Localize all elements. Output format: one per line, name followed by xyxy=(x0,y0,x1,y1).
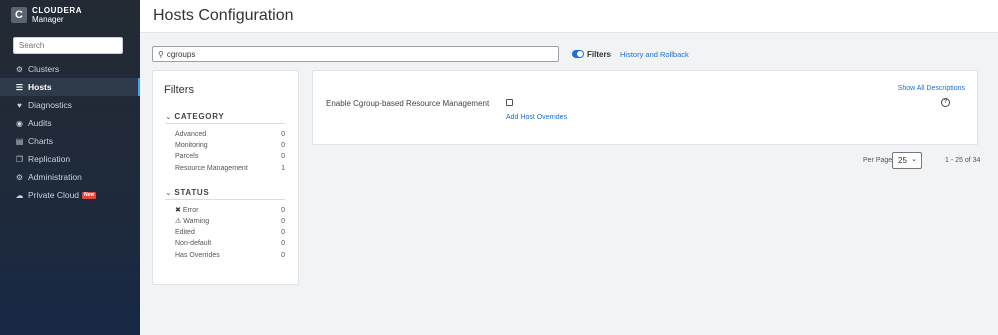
filter-row-warning[interactable]: ⚠ Warning 0 xyxy=(175,217,285,227)
filter-label: Has Overrides xyxy=(175,252,220,259)
filter-row-edited[interactable]: Edited 0 xyxy=(175,228,285,238)
chevron-down-icon: ⌄ xyxy=(911,156,917,163)
filter-label: Warning xyxy=(183,218,210,225)
sidebar-item-administration[interactable]: ⚙ Administration xyxy=(0,168,140,186)
sidebar-nav: ⚙ Clusters ☰ Hosts ♥ Diagnostics ◉ Audit… xyxy=(0,60,140,204)
search-icon: ⚲ xyxy=(158,49,164,59)
filter-label: Resource Management xyxy=(175,165,248,172)
warning-icon: ⚠ xyxy=(175,218,182,225)
filter-count: 0 xyxy=(281,142,285,149)
filter-row-error[interactable]: ✖ Error 0 xyxy=(175,206,285,216)
filter-count: 0 xyxy=(281,207,285,214)
list-icon: ☰ xyxy=(15,82,24,92)
status-heading-label: STATUS xyxy=(174,188,210,197)
sidebar-item-diagnostics[interactable]: ♥ Diagnostics xyxy=(0,96,140,114)
filters-toggle-label[interactable]: Filters xyxy=(587,50,611,59)
filters-toggle[interactable] xyxy=(572,50,584,58)
error-icon: ✖ xyxy=(175,207,181,214)
cloud-icon: ☁ xyxy=(15,190,24,200)
brand-name: CLOUDERA xyxy=(32,6,83,15)
binoculars-icon: ◉ xyxy=(16,118,23,128)
sidebar: C CLOUDERA Manager ⚙ Clusters ☰ Hosts ♥ … xyxy=(0,0,140,335)
chevron-down-icon: ⌄ xyxy=(165,188,173,197)
sidebar-item-label: Clusters xyxy=(28,64,60,74)
per-page-select[interactable]: 25 ⌄ xyxy=(892,152,922,169)
sidebar-item-label: Charts xyxy=(28,136,54,146)
filter-row-non-default[interactable]: Non-default 0 xyxy=(175,239,285,249)
sidebar-search-input[interactable] xyxy=(13,37,123,54)
filter-row-parcels[interactable]: Parcels 0 xyxy=(175,152,285,162)
heartbeat-icon: ♥ xyxy=(17,100,22,110)
filter-count: 0 xyxy=(281,252,285,259)
filters-panel: Filters ⌄ CATEGORY Advanced 0 Monitoring … xyxy=(152,70,299,285)
pagination-range: 1 - 25 of 34 xyxy=(945,157,981,164)
page-title: Hosts Configuration xyxy=(153,7,294,24)
new-badge: New xyxy=(82,191,97,199)
filter-label: Advanced xyxy=(175,131,207,138)
sidebar-item-label: Diagnostics xyxy=(28,100,72,110)
property-label: Enable Cgroup-based Resource Management xyxy=(326,99,490,108)
filter-row-advanced[interactable]: Advanced 0 xyxy=(175,130,285,140)
show-all-descriptions-link[interactable]: Show All Descriptions xyxy=(898,85,965,92)
category-section-header[interactable]: ⌄ CATEGORY xyxy=(165,112,285,124)
cloudera-logo-icon: C xyxy=(11,7,27,23)
sidebar-item-label: Hosts xyxy=(28,82,52,92)
filter-count: 0 xyxy=(281,218,285,225)
status-section-header[interactable]: ⌄ STATUS xyxy=(165,188,285,200)
sidebar-item-label: Audits xyxy=(28,118,52,128)
sidebar-item-label: Administration xyxy=(28,172,82,182)
filter-label: Non-default xyxy=(175,240,212,247)
sidebar-item-replication[interactable]: ❐ Replication xyxy=(0,150,140,168)
chevron-down-icon: ⌄ xyxy=(165,112,173,121)
filter-row-monitoring[interactable]: Monitoring 0 xyxy=(175,141,285,151)
add-host-overrides-link[interactable]: Add Host Overrides xyxy=(506,114,567,121)
bar-chart-icon: ▤ xyxy=(15,136,24,146)
per-page-value: 25 xyxy=(898,156,907,165)
config-search-box[interactable]: ⚲ xyxy=(152,46,559,62)
category-heading-label: CATEGORY xyxy=(174,112,225,121)
config-property-card: Show All Descriptions ? Enable Cgroup-ba… xyxy=(312,70,978,145)
filter-label: Error xyxy=(182,207,199,214)
filter-count: 0 xyxy=(281,153,285,160)
sidebar-item-clusters[interactable]: ⚙ Clusters xyxy=(0,60,140,78)
filter-label: Edited xyxy=(175,229,195,236)
filter-count: 0 xyxy=(281,131,285,138)
filter-count: 0 xyxy=(281,240,285,247)
sidebar-item-label: Replication xyxy=(28,154,71,164)
copy-icon: ❐ xyxy=(15,154,24,164)
help-icon[interactable]: ? xyxy=(941,98,950,107)
sidebar-item-charts[interactable]: ▤ Charts xyxy=(0,132,140,150)
clusters-icon: ⚙ xyxy=(15,64,24,74)
filter-row-has-overrides[interactable]: Has Overrides 0 xyxy=(175,251,285,261)
filter-count: 0 xyxy=(281,229,285,236)
config-search-input[interactable] xyxy=(166,49,547,59)
sidebar-item-audits[interactable]: ◉ Audits xyxy=(0,114,140,132)
sidebar-item-private-cloud[interactable]: ☁ Private Cloud New xyxy=(0,186,140,204)
page-header: Hosts Configuration xyxy=(140,0,998,33)
filters-panel-title: Filters xyxy=(164,84,194,96)
per-page-label: Per Page xyxy=(863,157,893,164)
filter-count: 1 xyxy=(281,165,285,172)
history-and-rollback-link[interactable]: History and Rollback xyxy=(620,50,689,59)
filter-label: Parcels xyxy=(175,153,199,160)
brand[interactable]: C CLOUDERA Manager xyxy=(11,6,82,24)
property-checkbox[interactable] xyxy=(506,99,513,106)
sidebar-item-hosts[interactable]: ☰ Hosts xyxy=(0,78,140,96)
filter-row-resource-management[interactable]: Resource Management 1 xyxy=(175,164,285,174)
brand-product: Manager xyxy=(32,15,64,24)
sidebar-item-label: Private Cloud xyxy=(28,190,80,200)
filter-label: Monitoring xyxy=(175,142,208,149)
gear-icon: ⚙ xyxy=(15,172,24,182)
